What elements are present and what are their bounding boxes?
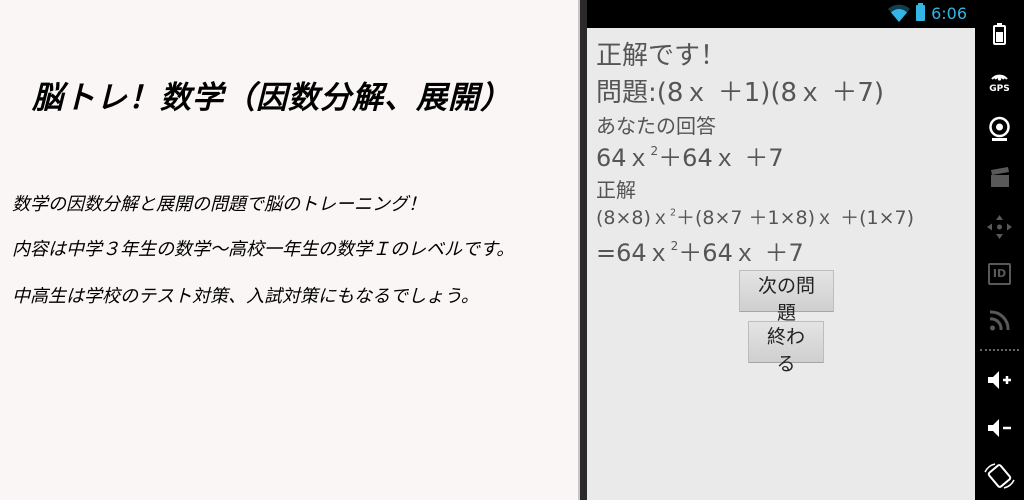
your-answer: 64ｘ2＋64ｘ ＋7 — [596, 138, 784, 173]
promo-title: 脳トレ！数学（因数分解、展開） — [32, 80, 512, 116]
result-message: 正解です！ — [596, 41, 727, 71]
id-icon[interactable]: ID — [975, 262, 1024, 285]
gps-label: GPS — [989, 84, 1010, 94]
result-term-1: =64ｘ — [596, 239, 671, 267]
correct-answer-label: 正解 — [596, 178, 636, 202]
promo-line-3: 中高生は学校のテスト対策、入試対策にもなるでしょう。 — [12, 286, 479, 307]
promo-panel: 脳トレ！数学（因数分解、展開） 数学の因数分解と展開の問題で脳のトレーニング！ … — [0, 0, 580, 500]
clapper-icon[interactable] — [975, 167, 1024, 189]
id-label: ID — [987, 263, 1012, 285]
promo-line-2: 内容は中学３年生の数学〜高校一年生の数学Ｉのレベルです。 — [12, 239, 515, 260]
volume-up-icon[interactable] — [975, 368, 1024, 392]
solution-steps: (8×8)ｘ2＋(8×7 ＋1×8)ｘ ＋(1×7) — [596, 203, 914, 230]
battery-icon[interactable] — [975, 22, 1024, 46]
problem-expression: (8ｘ ＋1)(8ｘ ＋7) — [656, 78, 885, 108]
panel-divider — [580, 0, 587, 500]
camera-icon[interactable] — [975, 115, 1024, 143]
steps-term-2: ＋(8×7 ＋1×8)ｘ ＋(1×7) — [675, 207, 915, 229]
gps-icon[interactable]: GPS — [975, 66, 1024, 94]
rotate-icon[interactable] — [975, 463, 1024, 489]
your-answer-term-2: ＋64ｘ ＋7 — [658, 144, 784, 172]
wifi-icon — [888, 4, 910, 22]
problem-row: 問題:(8ｘ ＋1)(8ｘ ＋7) — [596, 72, 884, 109]
problem-label: 問題: — [596, 78, 657, 108]
dpad-icon[interactable] — [975, 214, 1024, 240]
phone-screen: 6:06 正解です！ 問題:(8ｘ ＋1)(8ｘ ＋7) あなたの回答 64ｘ2… — [587, 0, 975, 500]
solution-result: =64ｘ2＋64ｘ ＋7 — [596, 233, 804, 268]
promo-line-1: 数学の因数分解と展開の問題で脳のトレーニング！ — [12, 194, 426, 215]
status-clock: 6:06 — [931, 4, 967, 23]
rss-icon[interactable] — [975, 308, 1024, 332]
your-answer-term-1: 64ｘ — [596, 144, 651, 172]
sidebar-separator — [980, 349, 1019, 351]
result-term-2: ＋64ｘ ＋7 — [678, 239, 804, 267]
battery-status-icon — [916, 3, 925, 21]
system-sidebar: GPS ID — [975, 0, 1024, 500]
next-question-button[interactable]: 次の問題 — [739, 270, 834, 324]
status-bar: 6:06 — [587, 0, 975, 28]
volume-down-icon[interactable] — [975, 416, 1024, 440]
steps-term-1: (8×8)ｘ — [596, 207, 670, 229]
your-answer-label: あなたの回答 — [596, 114, 716, 138]
end-button[interactable]: 終わる — [748, 321, 824, 375]
